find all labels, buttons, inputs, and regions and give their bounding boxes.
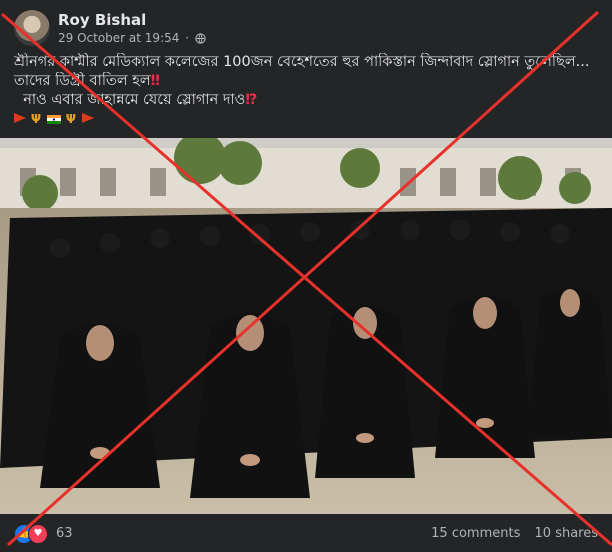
post-footer: 👍 ♥ 63 15 comments 10 shares [0, 514, 612, 552]
author-avatar[interactable] [14, 10, 50, 46]
post-text: শ্রীনগর কাশ্মীর মেডিক্যাল কলেজের 100জন ব… [14, 53, 604, 129]
globe-icon [195, 33, 206, 44]
post-header: Roy Bishal 29 October at 19:54 · [0, 0, 612, 46]
indian-flag-icon [46, 115, 61, 124]
post-timestamp[interactable]: 29 October at 19:54 [58, 31, 179, 45]
meta-separator: · [185, 31, 190, 45]
post-text-line-2-content: তাদের ডিগ্রী বাতিল হল [14, 73, 151, 89]
double-exclamation-emoji: ‼ [150, 73, 160, 89]
red-pennant-icon [14, 113, 26, 123]
post-stats: 15 comments 10 shares [431, 526, 598, 541]
interrobang-emoji: ⁉ [245, 92, 258, 108]
post-text-line-3: নাও এবার জাহান্নমে যেয়ে স্লোগান দাও⁉ [14, 91, 604, 110]
comments-count[interactable]: 15 comments [431, 526, 520, 541]
author-name[interactable]: Roy Bishal [58, 11, 146, 29]
emoji-row: Ψ Ψ [14, 110, 604, 129]
red-pennant-icon [81, 113, 94, 123]
post-text-line-3-content: নাও এবার জাহান্নমে যেয়ে স্লোগান দাও [23, 92, 246, 108]
post-text-line-2: তাদের ডিগ্রী বাতিল হল‼ [14, 72, 604, 91]
post-text-line-1: শ্রীনগর কাশ্মীর মেডিক্যাল কলেজের 100জন ব… [14, 54, 590, 70]
shares-count[interactable]: 10 shares [535, 526, 598, 541]
reaction-count[interactable]: 63 [56, 526, 73, 541]
post-photo[interactable] [0, 138, 612, 514]
photo-illustration [0, 138, 612, 514]
trident-icon: Ψ [65, 112, 77, 126]
love-icon: ♥ [28, 524, 48, 544]
trident-icon: Ψ [30, 112, 43, 126]
post-meta: 29 October at 19:54 · [58, 31, 206, 45]
